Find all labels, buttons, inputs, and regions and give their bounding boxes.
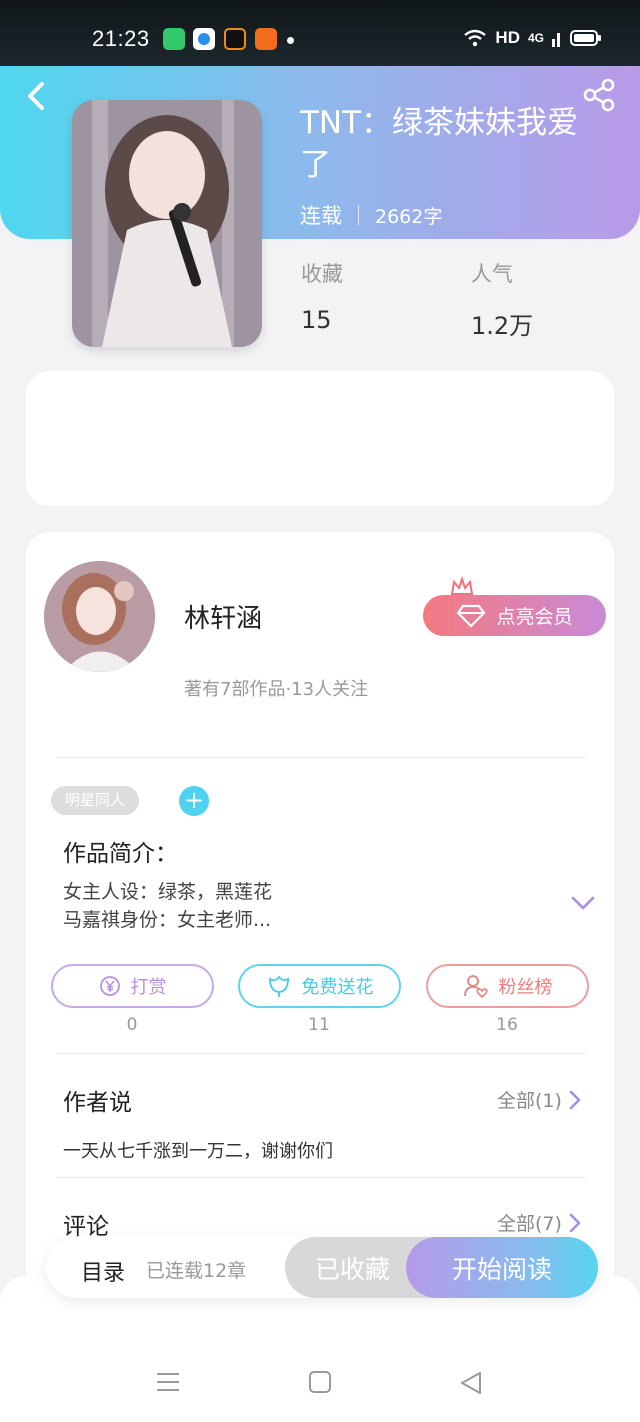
- back-triangle-icon[interactable]: [458, 1370, 484, 1396]
- browser-app-icon: [193, 28, 215, 50]
- author-says-all-label: 全部(1): [497, 1090, 562, 1112]
- back-arrow-icon[interactable]: [22, 80, 54, 112]
- divider: [56, 1177, 586, 1178]
- vip-membership-button[interactable]: 点亮会员: [423, 595, 606, 636]
- status-indicators: HD 4G: [463, 28, 602, 48]
- fan-count: 16: [496, 1015, 518, 1035]
- flower-count: 11: [308, 1015, 330, 1035]
- chevron-right-icon: [569, 1213, 581, 1232]
- wechat-app-icon: [163, 28, 185, 50]
- app-icon-orange: [224, 28, 246, 50]
- intro-text[interactable]: 女主人设：绿茶，黑莲花 马嘉祺身份：女主老师...: [63, 878, 272, 934]
- fan-ranking-button[interactable]: 粉丝榜: [426, 964, 589, 1008]
- status-bar: 21:23 HD 4G: [0, 0, 640, 72]
- notification-dot: [287, 37, 294, 44]
- chevron-right-icon: [569, 1090, 581, 1109]
- book-cover-image[interactable]: [72, 100, 262, 347]
- tag-chip[interactable]: 明星同人: [51, 786, 140, 815]
- share-icon[interactable]: [582, 78, 616, 112]
- diamond-icon: [457, 604, 486, 628]
- start-reading-button[interactable]: 开始阅读: [406, 1237, 598, 1298]
- reward-label: 打赏: [130, 977, 167, 998]
- flower-icon: [268, 975, 289, 997]
- book-meta: 连载 2662字: [300, 200, 442, 230]
- intro-line: 女主人设：绿茶，黑莲花: [63, 881, 273, 903]
- ad-placeholder-card: [26, 371, 614, 506]
- home-icon[interactable]: [308, 1370, 332, 1394]
- reward-button[interactable]: 打赏: [51, 964, 214, 1008]
- collected-label: 已收藏: [314, 1254, 390, 1284]
- taobao-app-icon: [255, 28, 277, 50]
- network-label: HD: [495, 28, 520, 47]
- book-status: 连载: [300, 204, 342, 228]
- status-time: 21:23: [92, 26, 150, 51]
- author-name[interactable]: 林轩涵: [184, 598, 262, 635]
- signal-label: 4G: [527, 31, 544, 45]
- send-flower-label: 免费送花: [301, 977, 374, 998]
- signal-icon: [552, 33, 560, 47]
- menu-icon[interactable]: [155, 1370, 181, 1394]
- divider: [56, 1053, 586, 1054]
- vip-label: 点亮会员: [496, 606, 573, 628]
- author-says-text: 一天从七千涨到一万二，谢谢你们: [63, 1141, 333, 1162]
- stat-value: 1.2万: [471, 312, 534, 340]
- author-avatar[interactable]: [44, 561, 155, 672]
- table-of-contents-button[interactable]: 目录: [81, 1255, 125, 1287]
- stat-popularity: 人气 1.2万: [471, 258, 533, 341]
- book-word-count: 2662字: [375, 205, 443, 228]
- divider: [56, 757, 586, 758]
- comments-heading: 评论: [63, 1214, 109, 1240]
- book-title: TNT：绿茶妹妹我爱了: [300, 105, 579, 183]
- yuan-icon: [99, 976, 120, 996]
- wifi-icon: [464, 29, 487, 47]
- fan-ranking-label: 粉丝榜: [498, 977, 553, 998]
- intro-line: 马嘉祺身份：女主老师...: [63, 909, 272, 931]
- comments-all-link[interactable]: 全部(7): [497, 1209, 582, 1236]
- stat-label: 收藏: [301, 262, 343, 286]
- stat-label: 人气: [471, 262, 513, 286]
- user-heart-icon: [463, 975, 488, 998]
- send-flower-button[interactable]: 免费送花: [238, 964, 401, 1008]
- start-reading-label: 开始阅读: [451, 1254, 552, 1284]
- author-says-all-link[interactable]: 全部(1): [497, 1086, 582, 1113]
- add-tag-button[interactable]: +: [179, 786, 209, 816]
- chapter-count: 已连载12章: [146, 1260, 247, 1282]
- intro-heading: 作品简介：: [63, 841, 178, 867]
- comments-all-label: 全部(7): [497, 1213, 562, 1235]
- stat-favorites: 收藏 15: [301, 258, 343, 334]
- battery-icon: [570, 30, 601, 46]
- reward-count: 0: [126, 1015, 138, 1035]
- stat-value: 15: [301, 306, 332, 334]
- author-summary: 著有7部作品·13人关注: [184, 679, 369, 700]
- chevron-down-icon[interactable]: [570, 894, 596, 912]
- author-says-heading: 作者说: [63, 1090, 132, 1116]
- meta-divider: [358, 205, 359, 225]
